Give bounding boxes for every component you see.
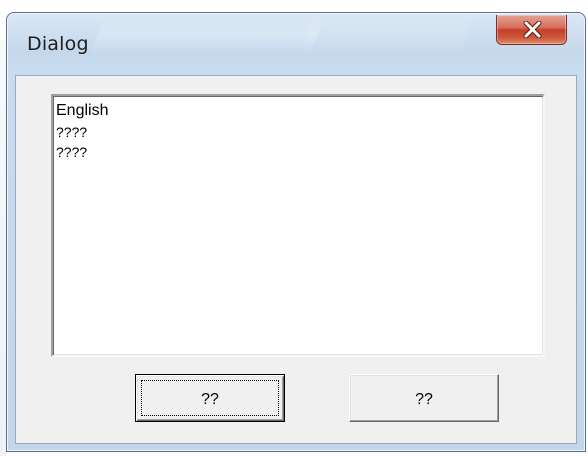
close-x-icon [523,21,542,38]
language-listbox[interactable]: English ???? ???? [51,94,545,357]
list-item[interactable]: ???? [56,142,540,162]
dialog-window: Dialog English ???? ???? ?? ?? [6,12,586,452]
close-button[interactable] [496,15,567,45]
ok-button-label: ?? [201,391,219,408]
dialog-client-area: English ???? ???? ?? ?? [15,75,577,444]
cancel-button[interactable]: ?? [349,374,499,422]
list-item[interactable]: English [56,100,540,122]
glass-reflection [90,17,324,55]
window-title: Dialog [27,33,89,55]
ok-button[interactable]: ?? [135,374,285,422]
glass-reflection [300,17,474,55]
list-item[interactable]: ???? [56,122,540,142]
cancel-button-label: ?? [415,391,433,408]
